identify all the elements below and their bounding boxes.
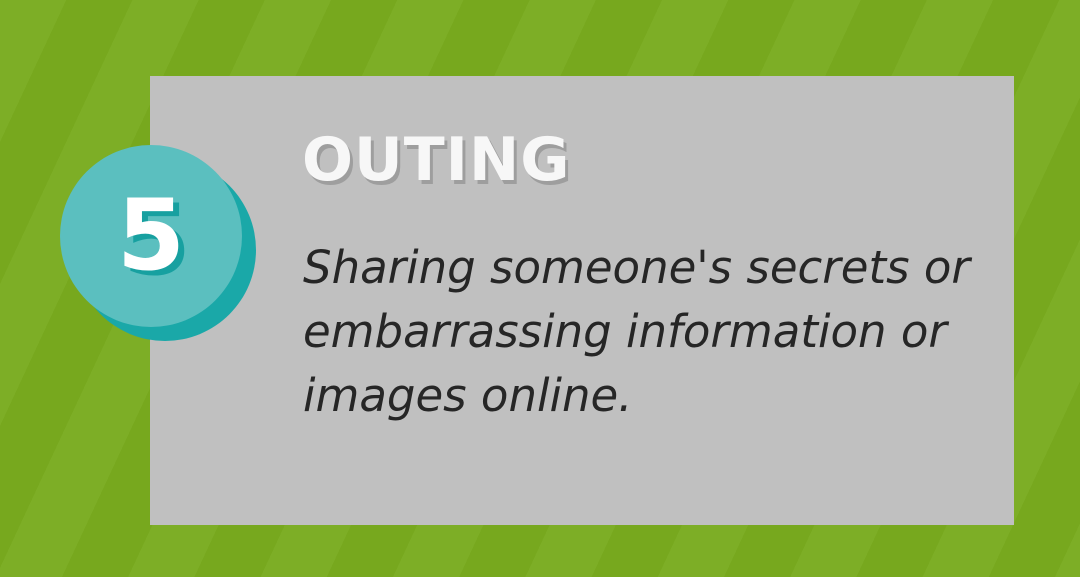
number-badge: 5: [60, 145, 256, 341]
badge-number: 5: [116, 179, 186, 293]
card-description: Sharing someone's secrets or embarrassin…: [303, 241, 970, 422]
card-title: OUTING: [302, 125, 571, 195]
